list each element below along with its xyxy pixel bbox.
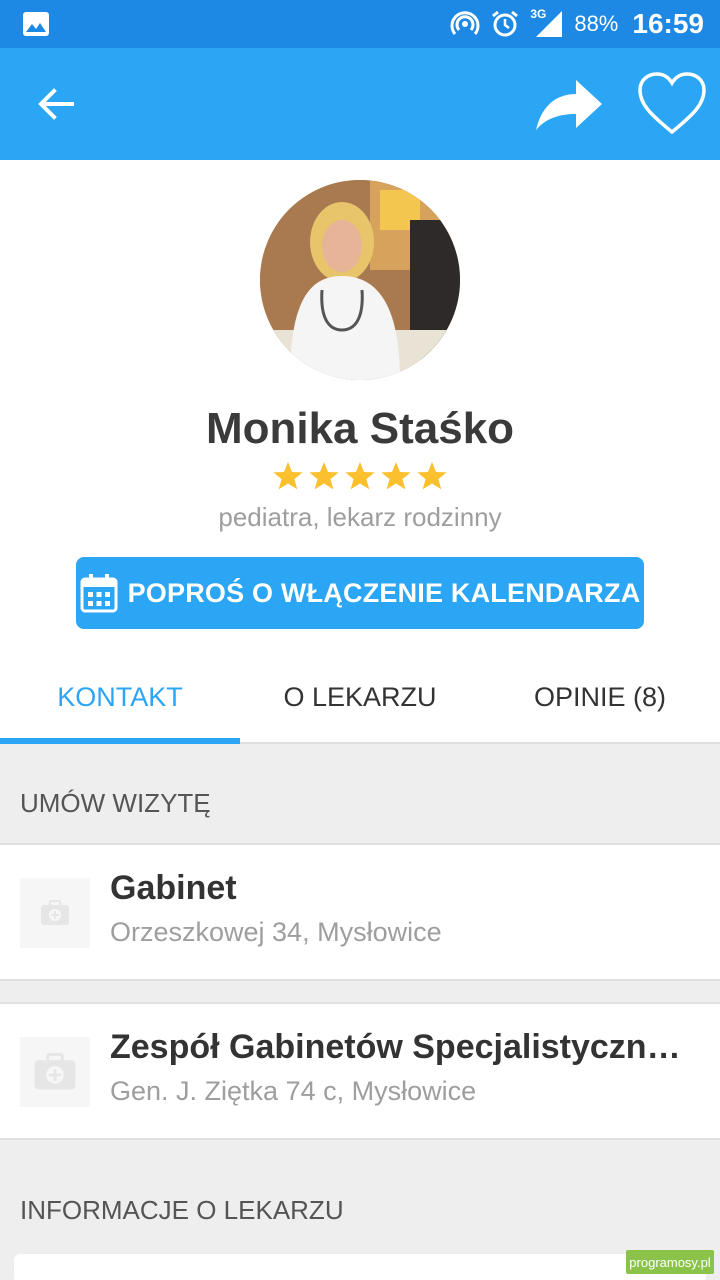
doctor-profile: Monika Staśko pediatra, lekarz rodzinny …	[0, 160, 720, 744]
location-title: Gabinet	[110, 869, 237, 907]
location-address: Gen. J. Ziętka 74 c, Mysłowice	[110, 1076, 477, 1106]
star-icon	[273, 462, 303, 490]
location-card[interactable]: Zespół Gabinetów Specjalistyczny... Gen.…	[0, 1002, 720, 1140]
section-doctor-info-heading: INFORMACJE O LEKARZU	[20, 1195, 344, 1225]
location-title: Zespół Gabinetów Specjalistyczny...	[110, 1028, 690, 1066]
avatar	[260, 180, 460, 380]
alarm-icon	[492, 10, 519, 37]
calendar-button-label: POPROŚ O WŁĄCZENIE KALENDARZA	[127, 577, 641, 608]
share-icon[interactable]	[532, 74, 604, 134]
battery-level: 88%	[574, 11, 619, 36]
star-icon	[345, 462, 375, 490]
star-icon	[381, 462, 411, 490]
doctor-photo	[260, 180, 460, 380]
status-bar: 3G 88% 16:59	[0, 0, 720, 48]
watermark: programosy.pl	[626, 1250, 714, 1274]
doctor-specialty: pediatra, lekarz rodzinny	[218, 502, 502, 532]
location-address: Orzeszkowej 34, Mysłowice	[110, 917, 442, 947]
tab-o-lekarzu[interactable]: O LEKARZU	[240, 652, 480, 742]
medical-bag-icon	[41, 900, 69, 925]
star-icon	[417, 462, 447, 490]
medical-bag-icon	[34, 1053, 76, 1090]
image-icon	[23, 12, 49, 36]
rating-stars	[272, 460, 448, 498]
signal-icon	[536, 11, 563, 37]
section-appointments-heading: UMÓW WIZYTĘ	[20, 788, 211, 818]
doctor-info-card	[14, 1254, 706, 1280]
app-toolbar	[0, 48, 720, 160]
signal-indicator: 3G	[530, 7, 564, 39]
request-calendar-button[interactable]: POPROŚ O WŁĄCZENIE KALENDARZA	[76, 557, 644, 629]
doctor-name: Monika Staśko	[205, 404, 515, 453]
tab-kontakt[interactable]: KONTAKT	[0, 652, 240, 744]
tab-opinie[interactable]: OPINIE (8)	[480, 652, 720, 742]
heart-outline-icon[interactable]	[636, 70, 708, 138]
clock: 16:59	[632, 8, 704, 39]
location-thumbnail	[20, 1037, 90, 1107]
star-icon	[309, 462, 339, 490]
location-card[interactable]: Gabinet Orzeszkowej 34, Mysłowice	[0, 843, 720, 981]
location-thumbnail	[20, 878, 90, 948]
hotspot-icon	[450, 11, 480, 35]
calendar-icon	[80, 574, 118, 613]
profile-tabs: KONTAKT O LEKARZU OPINIE (8)	[0, 652, 720, 744]
back-arrow-icon[interactable]	[34, 82, 78, 126]
